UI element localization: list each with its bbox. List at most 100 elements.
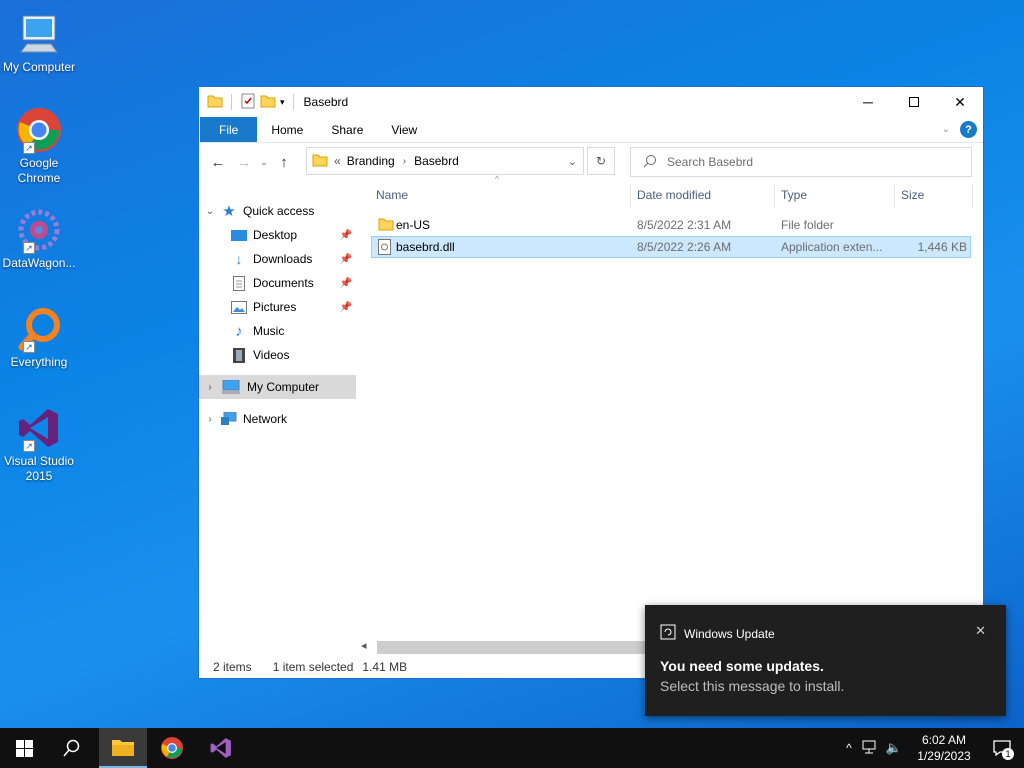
taskbar-chrome[interactable]: [148, 728, 196, 768]
item-count: 2 items: [213, 660, 252, 674]
nav-item-documents[interactable]: Documents 📌: [199, 271, 356, 295]
tab-home[interactable]: Home: [257, 117, 317, 142]
star-icon: ★: [222, 203, 236, 220]
nav-my-computer[interactable]: › My Computer: [199, 375, 356, 399]
desktop-icon-google-chrome[interactable]: ↗ Google Chrome: [0, 104, 78, 186]
visual-studio-icon: [210, 738, 231, 758]
properties-icon[interactable]: [240, 93, 256, 112]
pin-icon[interactable]: 📌: [340, 254, 352, 265]
clock[interactable]: 6:02 AM 1/29/2023: [908, 732, 980, 764]
column-type[interactable]: Type: [781, 188, 807, 202]
scroll-left-icon[interactable]: ◂: [361, 639, 367, 652]
tab-view[interactable]: View: [377, 117, 431, 142]
nav-label: Quick access: [243, 204, 315, 218]
tab-file[interactable]: File: [200, 117, 258, 142]
search-button[interactable]: [48, 728, 96, 768]
start-button[interactable]: [0, 728, 48, 768]
desktop-icon-everything[interactable]: ↗ Everything: [0, 303, 78, 370]
nav-quick-access[interactable]: ⌄ ★ Quick access: [199, 199, 356, 223]
file-type: File folder: [781, 218, 834, 232]
desktop-icon-visual-studio[interactable]: ↗ Visual Studio 2015: [0, 402, 78, 484]
toast-heading: You need some updates.: [660, 658, 824, 674]
nav-item-music[interactable]: ♪ Music: [199, 319, 356, 343]
taskbar: ^ 🔈 6:02 AM 1/29/2023 1: [0, 728, 1024, 768]
pin-icon[interactable]: 📌: [340, 278, 352, 289]
nav-label: Downloads: [253, 252, 313, 266]
help-icon[interactable]: ?: [960, 121, 977, 138]
nav-label: Documents: [253, 276, 314, 290]
column-size[interactable]: Size: [901, 188, 924, 202]
computer-icon: [221, 379, 241, 395]
tab-share[interactable]: Share: [317, 117, 377, 142]
forward-button[interactable]: →: [231, 154, 257, 171]
nav-label: Network: [243, 412, 288, 426]
volume-icon[interactable]: 🔈: [886, 740, 902, 756]
nav-item-pictures[interactable]: Pictures 📌: [199, 295, 356, 319]
nav-label: Pictures: [253, 300, 297, 314]
file-date: 8/5/2022 2:31 AM: [637, 218, 732, 232]
chevron-right-icon[interactable]: ›: [199, 414, 221, 425]
new-folder-icon[interactable]: [260, 94, 276, 111]
address-bar[interactable]: « Branding › Basebrd ⌄: [306, 147, 584, 175]
chevron-right-icon[interactable]: ›: [199, 382, 221, 393]
file-list: ^ Name Date modified Type Size en-US 8/5…: [371, 174, 973, 258]
chevron-down-icon[interactable]: ⌄: [199, 206, 221, 217]
recent-locations-button[interactable]: ⌄: [257, 157, 271, 168]
pin-icon[interactable]: 📌: [340, 230, 352, 241]
show-hidden-icons-button[interactable]: ^: [846, 741, 852, 755]
breadcrumb-separator-icon: ›: [402, 155, 407, 167]
toast-app-name: Windows Update: [684, 626, 775, 641]
folder-icon: [312, 153, 328, 170]
up-button[interactable]: ↑: [271, 154, 297, 171]
window-title: Basebrd: [303, 95, 349, 109]
address-overflow[interactable]: «: [334, 154, 341, 168]
nav-item-desktop[interactable]: Desktop 📌: [199, 223, 356, 247]
network-status-icon[interactable]: [862, 740, 878, 757]
shortcut-arrow-icon: ↗: [23, 341, 35, 353]
desktop-icon: [231, 227, 247, 243]
breadcrumb-basebrd[interactable]: Basebrd: [414, 154, 459, 168]
action-center-button[interactable]: 1: [980, 728, 1024, 768]
desktop-icon-label: Everything: [10, 355, 68, 369]
expand-ribbon-icon[interactable]: ⌄: [942, 124, 950, 135]
everything-icon: ↗: [13, 303, 65, 355]
taskbar-visual-studio[interactable]: [197, 728, 245, 768]
close-button[interactable]: ✕: [937, 87, 983, 117]
nav-label: Videos: [253, 348, 290, 362]
desktop-icon-datawagon[interactable]: ↗ DataWagon...: [0, 204, 78, 271]
nav-item-videos[interactable]: Videos: [199, 343, 356, 367]
taskbar-file-explorer[interactable]: [99, 728, 147, 768]
nav-network[interactable]: › Network: [199, 407, 356, 431]
file-name: basebrd.dll: [396, 240, 455, 254]
customize-toolbar-icon[interactable]: ▾: [280, 97, 285, 108]
column-date-modified[interactable]: Date modified: [637, 188, 711, 202]
pin-icon[interactable]: 📌: [340, 302, 352, 313]
navigation-pane: ⌄ ★ Quick access Desktop 📌 ↓ Downloads 📌…: [199, 191, 356, 652]
clock-time: 6:02 AM: [921, 733, 967, 747]
file-row[interactable]: basebrd.dll 8/5/2022 2:26 AM Application…: [371, 236, 971, 258]
nav-item-downloads[interactable]: ↓ Downloads 📌: [199, 247, 356, 271]
refresh-button[interactable]: ↻: [587, 147, 615, 175]
desktop-icon-label: Google Chrome: [17, 156, 61, 185]
minimize-button[interactable]: ─: [845, 87, 891, 117]
selection-size: 1.41 MB: [362, 660, 408, 674]
toast-close-button[interactable]: ✕: [975, 623, 986, 639]
file-explorer-icon: [112, 740, 134, 756]
search-input[interactable]: Search Basebrd: [667, 155, 753, 169]
notification-toast[interactable]: Windows Update ✕ You need some updates. …: [645, 605, 1006, 716]
maximize-button[interactable]: [891, 87, 937, 117]
back-button[interactable]: ←: [205, 154, 231, 171]
folder-icon: [378, 217, 394, 234]
address-dropdown-icon[interactable]: ⌄: [568, 155, 577, 168]
file-type: Application exten...: [781, 240, 883, 254]
desktop-icon-my-computer[interactable]: My Computer: [0, 8, 78, 75]
search-box[interactable]: Search Basebrd: [630, 147, 972, 177]
chrome-icon: [161, 737, 183, 759]
column-name[interactable]: Name: [376, 188, 408, 202]
status-bar: 2 items 1 item selected 1.41 MB: [213, 660, 407, 674]
breadcrumb-branding[interactable]: Branding: [347, 154, 395, 168]
file-row[interactable]: en-US 8/5/2022 2:31 AM File folder: [371, 214, 973, 236]
dll-file-icon: [378, 239, 392, 258]
toast-body: Select this message to install.: [660, 678, 845, 694]
file-size: 1,446 KB: [917, 240, 967, 254]
